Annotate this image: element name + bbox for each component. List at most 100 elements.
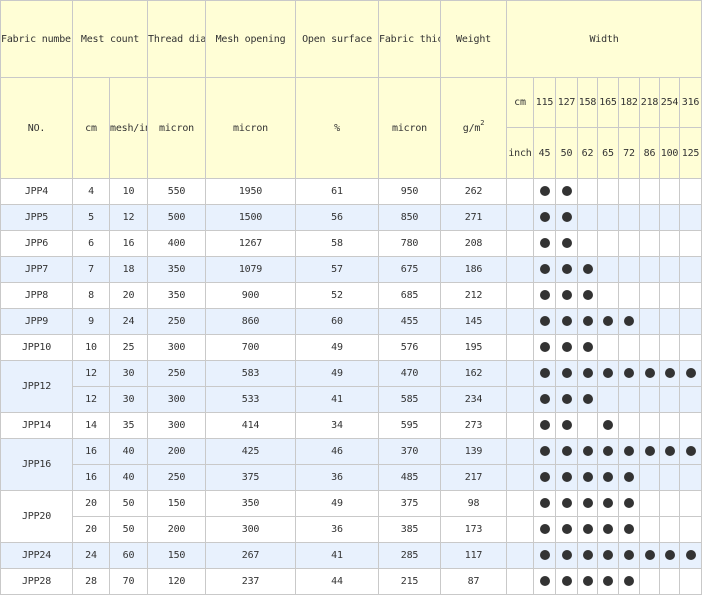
width-availability-cell (659, 334, 680, 361)
cell-mesh-inch: 16 (109, 230, 148, 257)
header-width: Width (505, 0, 702, 78)
cell-mesh-inch: 20 (109, 282, 148, 309)
cell-cm: 6 (72, 230, 110, 257)
width-availability-cell (597, 542, 619, 569)
cell-cm: 9 (72, 308, 110, 335)
cell-weight: 273 (440, 412, 507, 439)
width-availability-cell (659, 516, 680, 543)
availability-dot-icon (539, 550, 550, 560)
width-availability-cell (555, 256, 578, 283)
width-inch-value: 100 (659, 127, 680, 179)
width-availability-cell (659, 256, 680, 283)
width-availability-cell (639, 516, 660, 543)
cell-open-surface: 57 (295, 256, 379, 283)
width-availability-cell (678, 204, 702, 231)
width-availability-cell (597, 360, 619, 387)
availability-dot-icon (624, 524, 634, 534)
cell-cm: 16 (72, 438, 110, 465)
availability-dot-icon (582, 290, 593, 300)
cell-cm: 20 (72, 490, 110, 517)
availability-dot-icon (624, 316, 634, 326)
cell-fabric-no: JPP5 (0, 204, 73, 231)
width-availability-cell (639, 308, 660, 335)
width-spacer-cell (506, 516, 534, 543)
width-availability-cell (555, 334, 578, 361)
width-availability-cell (639, 230, 660, 257)
width-availability-cell (533, 438, 556, 465)
availability-dot-icon (664, 550, 675, 560)
width-availability-cell (659, 412, 680, 439)
cell-open-surface: 61 (295, 178, 379, 205)
table-row: JPP12 12 30 250 583 49 470 162 (0, 360, 702, 413)
width-availability-cell (618, 178, 640, 205)
cell-thread-diameter: 250 (147, 360, 206, 387)
width-availability-cell (639, 178, 660, 205)
width-availability-cell (618, 308, 640, 335)
width-availability-cell (555, 568, 578, 595)
table-row: JPP24 24 60 150 267 41 285 117 (0, 542, 702, 569)
cell-thread-diameter: 550 (147, 178, 206, 205)
cell-open-surface: 46 (295, 438, 379, 465)
availability-dot-icon (561, 212, 572, 222)
cell-mesh-inch: 24 (109, 308, 148, 335)
width-availability-cell (678, 490, 702, 517)
cell-fabric-thickness: 215 (378, 568, 441, 595)
cell-weight: 98 (440, 490, 507, 517)
cell-thread-diameter: 350 (147, 256, 206, 283)
width-availability-cell (597, 412, 619, 439)
width-availability-cell (678, 360, 702, 387)
cell-mesh-opening: 1267 (205, 230, 296, 257)
cell-mesh-inch: 70 (109, 568, 148, 595)
availability-dot-icon (561, 186, 572, 196)
availability-dot-icon (561, 420, 572, 430)
cell-weight: 162 (440, 360, 507, 387)
width-availability-cell (533, 256, 556, 283)
width-availability-cell (618, 230, 640, 257)
width-availability-cell (659, 204, 680, 231)
width-availability-cell (678, 256, 702, 283)
cell-mesh-opening: 414 (205, 412, 296, 439)
unit-weight-base: g/m (462, 122, 481, 134)
width-availability-cell (555, 230, 578, 257)
cell-open-surface: 52 (295, 282, 379, 309)
width-availability-cell (597, 256, 619, 283)
availability-dot-icon (582, 498, 593, 508)
width-availability-cell (597, 464, 619, 491)
width-availability-cell (533, 542, 556, 569)
cell-thread-diameter: 400 (147, 230, 206, 257)
unit-no: NO. (0, 77, 73, 179)
availability-dot-icon (603, 576, 613, 586)
cell-cm: 4 (72, 178, 110, 205)
width-availability-cell (639, 282, 660, 309)
cell-weight: 212 (440, 282, 507, 309)
cell-mesh-opening: 350 (205, 490, 296, 517)
availability-dot-icon (539, 576, 550, 586)
table-row: JPP4 4 10 550 1950 61 950 262 (0, 178, 702, 205)
width-spacer-cell (506, 542, 534, 569)
cell-fabric-thickness: 370 (378, 438, 441, 465)
width-inch-label: inch (506, 127, 534, 179)
width-spacer-cell (506, 360, 534, 387)
width-inch-value: 65 (597, 127, 619, 179)
availability-dot-icon (561, 550, 572, 560)
width-availability-cell (555, 204, 578, 231)
width-availability-cell (618, 464, 640, 491)
width-availability-cell (555, 178, 578, 205)
width-availability-cell (533, 308, 556, 335)
cell-fabric-no: JPP6 (0, 230, 73, 257)
width-cm-value: 158 (577, 77, 598, 128)
cell-fabric-thickness: 375 (378, 490, 441, 517)
cell-mesh-opening: 1500 (205, 204, 296, 231)
width-availability-cell (555, 438, 578, 465)
width-availability-cell (639, 438, 660, 465)
cell-mesh-opening: 1950 (205, 178, 296, 205)
width-availability-cell (577, 490, 598, 517)
header-mesh-opening: Mesh opening (205, 0, 296, 78)
cell-mesh-inch: 40 (109, 464, 148, 491)
availability-dot-icon (539, 420, 550, 430)
availability-dot-icon (561, 238, 572, 248)
width-availability-cell (659, 542, 680, 569)
cell-weight: 262 (440, 178, 507, 205)
width-spacer-cell (506, 334, 534, 361)
width-inch-value: 62 (577, 127, 598, 179)
